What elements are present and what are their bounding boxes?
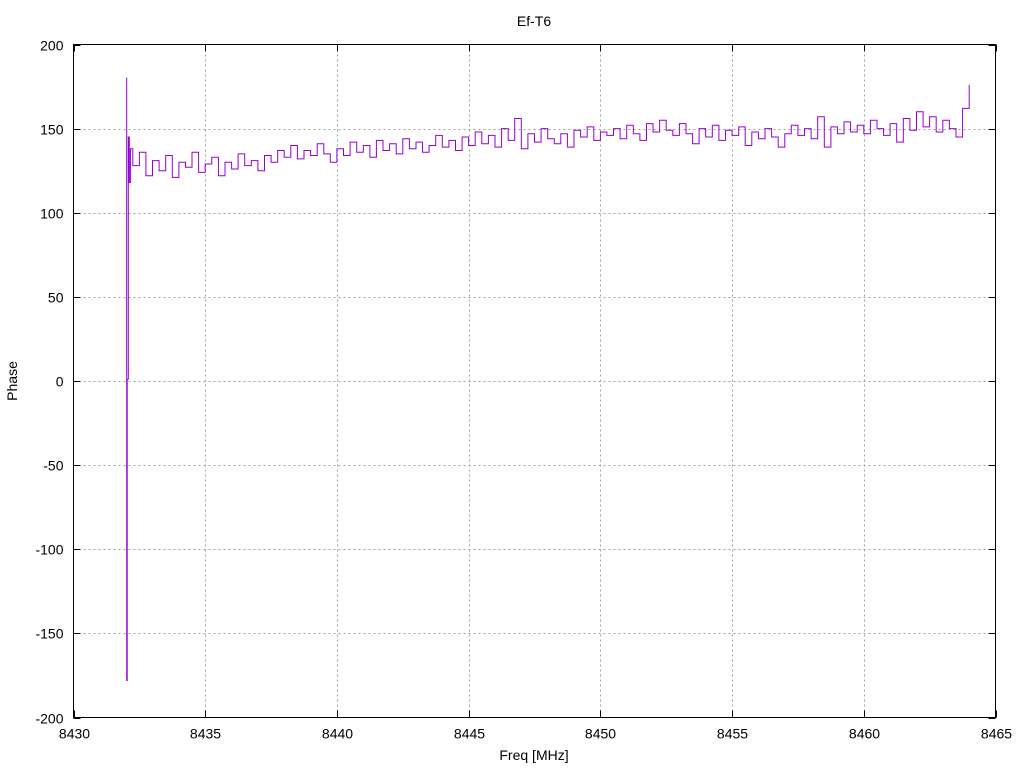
y-tick-label: 100 [40,206,64,222]
ticks: 8430 8435 8440 8445 8450 8455 8460 8465 -200 -150… [35,38,1012,742]
x-tick-label: 8445 [454,726,485,742]
x-tick-label: 8460 [849,726,880,742]
y-tick-label: -150 [35,626,63,642]
phase-chart: 8430 8435 8440 8445 8450 8455 8460 8465 -200 -150… [4,13,1012,763]
x-axis-label: Freq [MHz] [499,747,568,763]
x-tick-label: 8440 [322,726,353,742]
y-axis-label: Phase [4,361,20,401]
y-tick-label: 200 [40,38,64,54]
series-line-ef-t6 [126,77,970,681]
y-tick-label: -100 [35,542,63,558]
y-tick-label: -50 [43,458,63,474]
x-tick-label: 8435 [190,726,221,742]
x-tick-label: 8465 [981,726,1012,742]
series-layer [126,77,970,681]
x-tick-label: 8455 [717,726,748,742]
grid-lines [73,44,996,718]
x-tick-label: 8430 [59,726,90,742]
y-tick-label: 50 [48,290,64,306]
y-tick-label: -200 [35,711,63,727]
x-tick-label: 8450 [585,726,616,742]
y-tick-label: 150 [40,122,64,138]
chart-title: Ef-T6 [517,13,551,29]
y-tick-label: 0 [56,374,64,390]
